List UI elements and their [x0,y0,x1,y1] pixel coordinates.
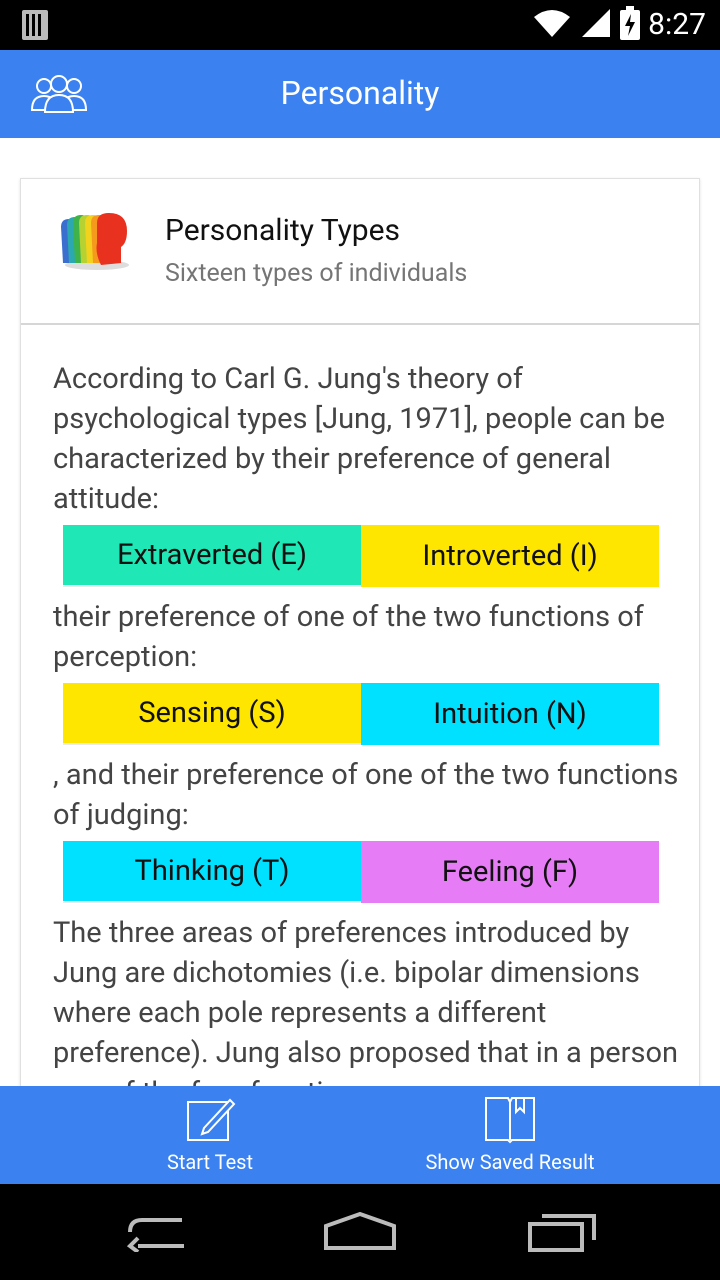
card-header: Personality Types Sixteen types of indiv… [21,179,699,325]
colored-heads-icon [57,213,131,277]
judging-paragraph: , and their preference of one of the two… [53,758,679,832]
app-bar: Personality [0,50,720,138]
feeling-cell: Feeling (F) [361,841,659,903]
start-test-button[interactable]: Start Test [60,1086,360,1184]
back-icon[interactable] [124,1212,196,1256]
status-bar: 8:27 [0,0,720,50]
edit-icon [184,1094,236,1144]
battery-icon [620,6,641,44]
perception-dichotomy: Sensing (S) Intuition (N) [63,683,659,745]
personality-card: Personality Types Sixteen types of indiv… [20,178,700,1086]
sim-card-icon [22,10,48,44]
show-saved-result-button[interactable]: Show Saved Result [360,1086,660,1184]
extraverted-cell: Extraverted (E) [63,525,361,585]
bottom-action-bar: Start Test Show Saved Result [0,1086,720,1184]
start-test-label: Start Test [166,1150,254,1174]
dichotomies-paragraph: The three areas of preferences introduce… [53,916,679,1086]
judging-dichotomy: Thinking (T) Feeling (F) [63,841,659,903]
page-title: Personality [280,74,440,112]
book-icon [482,1094,538,1144]
clock: 8:27 [648,7,706,42]
show-saved-result-label: Show Saved Result [425,1150,595,1174]
intuition-cell: Intuition (N) [361,683,659,745]
perception-paragraph: their preference of one of the two funct… [53,600,644,674]
introverted-cell: Introverted (I) [361,525,659,587]
home-icon[interactable] [322,1211,398,1256]
intro-paragraph: According to Carl G. Jung's theory of ps… [53,362,665,516]
thinking-cell: Thinking (T) [63,841,361,901]
card-subtitle: Sixteen types of individuals [165,259,468,288]
signal-icon [580,7,612,43]
attitude-dichotomy: Extraverted (E) Introverted (I) [63,525,659,587]
content-area[interactable]: Personality Types Sixteen types of indiv… [0,138,720,1086]
sensing-cell: Sensing (S) [63,683,361,743]
recent-apps-icon[interactable] [526,1212,598,1256]
card-title: Personality Types [165,213,401,248]
system-nav-bar [0,1184,720,1280]
wifi-icon [532,7,572,43]
